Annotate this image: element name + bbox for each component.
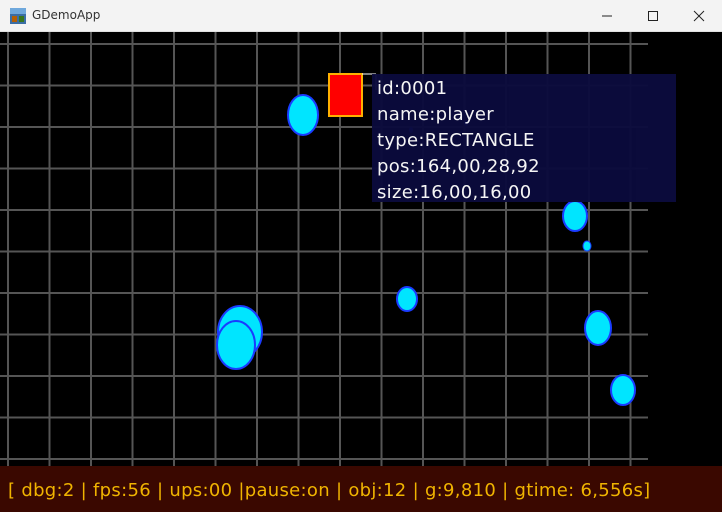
minimize-button[interactable] xyxy=(584,0,630,31)
app-window: GDemoApp id:0001 name:player type:RECTAN… xyxy=(0,0,722,512)
window-title: GDemoApp xyxy=(32,8,101,22)
minimize-icon xyxy=(602,15,612,16)
ball xyxy=(582,240,592,252)
debug-status-bar: [ dbg:2 | fps:56 | ups:00 |pause:on | ob… xyxy=(0,466,722,512)
player-rectangle[interactable] xyxy=(328,73,363,117)
ball xyxy=(287,94,319,136)
ball xyxy=(584,310,612,346)
maximize-button[interactable] xyxy=(630,0,676,31)
tooltip-id: id:0001 xyxy=(377,78,448,99)
tooltip-pos: pos:164,00,28,92 xyxy=(377,156,540,177)
tooltip-name: name:player xyxy=(377,104,494,125)
debug-tooltip: id:0001 name:player type:RECTANGLE pos:1… xyxy=(372,74,676,203)
ball xyxy=(610,374,636,406)
tooltip-size: size:16,00,16,00 xyxy=(377,182,532,203)
tooltip-type: type:RECTANGLE xyxy=(377,130,535,151)
status-text: [ dbg:2 | fps:56 | ups:00 |pause:on | ob… xyxy=(8,480,651,501)
close-button[interactable] xyxy=(676,0,722,31)
ball xyxy=(216,320,256,370)
game-canvas[interactable]: id:0001 name:player type:RECTANGLE pos:1… xyxy=(0,32,722,466)
close-icon xyxy=(693,10,705,21)
ball xyxy=(396,286,418,312)
ball xyxy=(562,200,588,232)
app-icon xyxy=(10,8,26,24)
title-bar[interactable]: GDemoApp xyxy=(0,0,722,32)
maximize-icon xyxy=(648,10,658,21)
